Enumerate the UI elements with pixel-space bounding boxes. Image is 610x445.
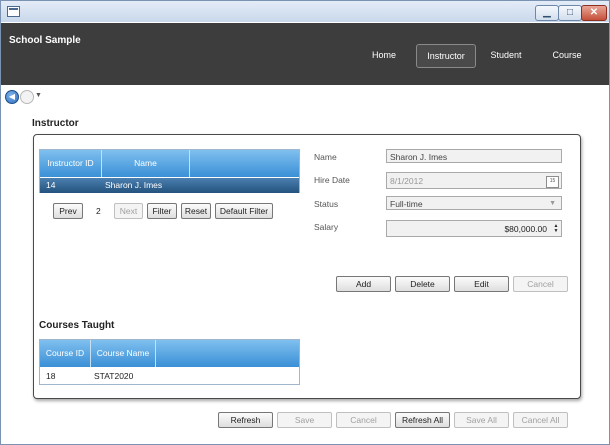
close-button[interactable]: ✕	[581, 5, 607, 21]
column-header-course-name[interactable]: Course Name	[91, 340, 156, 367]
delete-button[interactable]: Delete	[395, 276, 450, 292]
column-header-instructor-id[interactable]: Instructor ID	[40, 150, 102, 177]
app-window: ▁ □ ✕ School Sample Home Instructor Stud…	[0, 0, 610, 445]
name-label: Name	[314, 152, 337, 162]
app-window-icon	[7, 6, 20, 17]
reset-button[interactable]: Reset	[181, 203, 211, 219]
filter-button[interactable]: Filter	[147, 203, 177, 219]
cell-instructor-id: 14	[46, 180, 56, 190]
nav-course[interactable]: Course	[544, 44, 590, 66]
navigation-bar: ◀ ▼	[1, 85, 609, 107]
edit-button[interactable]: Edit	[454, 276, 509, 292]
cell-course-name: STAT2020	[94, 371, 134, 381]
minimize-button[interactable]: ▁	[535, 5, 559, 21]
app-title: School Sample	[9, 35, 81, 46]
calendar-icon[interactable]: 15	[546, 176, 559, 188]
nav-student[interactable]: Student	[483, 44, 529, 66]
status-dropdown[interactable]: Full-time ▼	[386, 196, 562, 210]
table-row[interactable]: 14 Sharon J. Imes	[40, 178, 299, 193]
app-header: School Sample Home Instructor Student Co…	[1, 23, 609, 85]
nav-instructor[interactable]: Instructor	[416, 44, 476, 68]
save-button[interactable]: Save	[277, 412, 332, 428]
add-button[interactable]: Add	[336, 276, 391, 292]
chevron-down-icon: ▼	[549, 200, 556, 207]
status-label: Status	[314, 199, 339, 209]
nav-home[interactable]: Home	[361, 44, 407, 66]
page-number: 2	[96, 206, 101, 216]
title-bar: ▁ □ ✕	[1, 1, 609, 22]
courses-taught-title: Courses Taught	[39, 320, 115, 331]
instructor-grid-header: Instructor ID Name	[40, 150, 299, 177]
prev-button[interactable]: Prev	[53, 203, 83, 219]
column-header-course-id[interactable]: Course ID	[40, 340, 91, 367]
status-value: Full-time	[390, 199, 423, 209]
refresh-all-button[interactable]: Refresh All	[395, 412, 450, 428]
back-arrow-icon[interactable]: ◀	[5, 90, 19, 104]
next-button[interactable]: Next	[114, 203, 143, 219]
history-dropdown-icon[interactable]: ▼	[35, 90, 42, 102]
save-all-button[interactable]: Save All	[454, 412, 509, 428]
spinner-arrows-icon[interactable]: ▲ ▼	[552, 224, 560, 235]
table-row[interactable]: 18 STAT2020	[40, 369, 299, 384]
name-field[interactable]: Sharon J. Imes	[386, 149, 562, 163]
salary-value: $80,000.00	[504, 224, 547, 234]
page-title: Instructor	[32, 118, 79, 129]
default-filter-button[interactable]: Default Filter	[215, 203, 273, 219]
salary-field[interactable]: $80,000.00 ▲ ▼	[386, 220, 562, 237]
forward-arrow-icon[interactable]	[20, 90, 34, 104]
maximize-button[interactable]: □	[558, 5, 582, 21]
cancel-all-button[interactable]: Cancel All	[513, 412, 568, 428]
column-header-name[interactable]: Name	[102, 150, 190, 177]
salary-label: Salary	[314, 222, 339, 232]
hire-date-label: Hire Date	[314, 175, 350, 185]
cell-course-id: 18	[46, 371, 56, 381]
courses-grid-header: Course ID Course Name	[40, 340, 299, 367]
instructor-grid: Instructor ID Name 14 Sharon J. Imes	[39, 149, 300, 193]
cancel-edit-button[interactable]: Cancel	[513, 276, 568, 292]
cell-instructor-name: Sharon J. Imes	[105, 180, 163, 190]
hire-date-value: 8/1/2012	[390, 176, 424, 186]
cancel-button[interactable]: Cancel	[336, 412, 391, 428]
refresh-button[interactable]: Refresh	[218, 412, 273, 428]
courses-grid: Course ID Course Name 18 STAT2020	[39, 339, 300, 385]
hire-date-field[interactable]: 8/1/2012 15	[386, 172, 562, 189]
